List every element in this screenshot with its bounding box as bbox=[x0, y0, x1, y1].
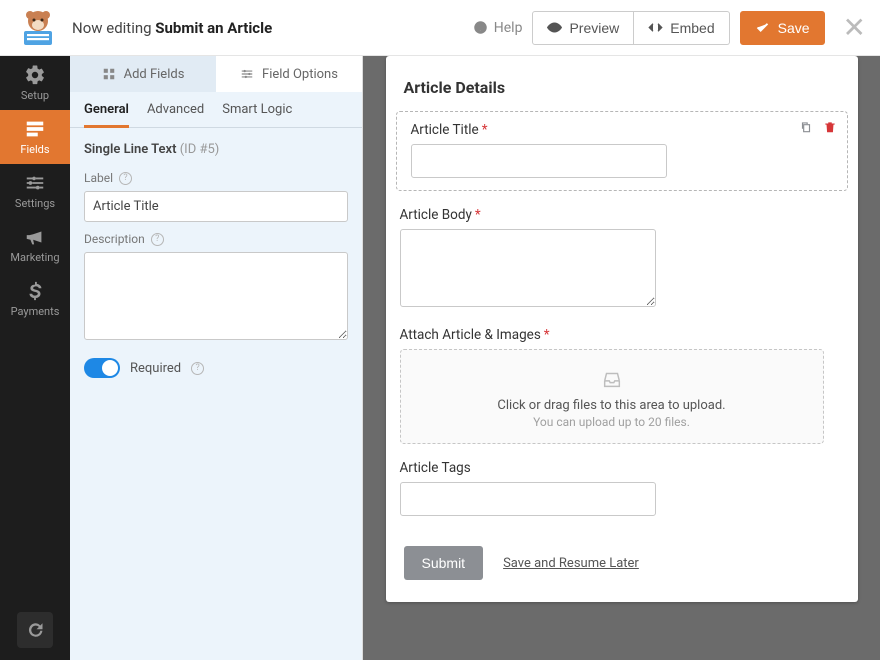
megaphone-icon bbox=[24, 226, 46, 248]
help-icon bbox=[473, 20, 488, 35]
topbar: Now editing Submit an Article Help Previ… bbox=[0, 0, 880, 56]
editing-label: Now editing Submit an Article bbox=[72, 19, 272, 37]
preview-button[interactable]: Preview bbox=[532, 11, 634, 45]
field-heading: Single Line Text (ID #5) bbox=[70, 128, 362, 161]
close-icon[interactable]: ✕ bbox=[843, 14, 866, 42]
section-title: Article Details bbox=[386, 56, 858, 111]
nav-rail: Setup Fields Settings Marketing Payments bbox=[0, 0, 70, 660]
subtab-smart-logic[interactable]: Smart Logic bbox=[222, 102, 292, 127]
field-article-body[interactable]: Article Body* bbox=[386, 201, 858, 321]
description-title: Description bbox=[84, 232, 145, 246]
rail-item-marketing[interactable]: Marketing bbox=[0, 218, 70, 272]
eye-icon bbox=[547, 20, 562, 35]
gear-icon bbox=[24, 64, 46, 86]
duplicate-icon[interactable] bbox=[799, 120, 813, 134]
rail-item-fields[interactable]: Fields bbox=[0, 110, 70, 164]
form-icon bbox=[24, 118, 46, 140]
trash-icon[interactable] bbox=[823, 120, 837, 134]
field-article-tags[interactable]: Article Tags bbox=[386, 454, 858, 526]
sliders-icon bbox=[240, 67, 254, 81]
embed-button[interactable]: Embed bbox=[634, 11, 729, 45]
form-canvas: Article Details Article Title* Article B… bbox=[386, 56, 858, 602]
article-title-input[interactable] bbox=[411, 144, 667, 178]
rail-item-setup[interactable]: Setup bbox=[0, 56, 70, 110]
field-panel: Add Fields Field Options General Advance… bbox=[70, 56, 363, 660]
subtab-general[interactable]: General bbox=[84, 102, 129, 128]
rail-item-payments[interactable]: Payments bbox=[0, 272, 70, 326]
tab-field-options[interactable]: Field Options bbox=[216, 56, 362, 92]
help-icon[interactable]: ? bbox=[151, 233, 164, 246]
save-button[interactable]: Save bbox=[740, 11, 825, 45]
save-resume-link[interactable]: Save and Resume Later bbox=[503, 556, 639, 571]
article-tags-input[interactable] bbox=[400, 482, 656, 516]
submit-button[interactable]: Submit bbox=[404, 546, 484, 580]
grid-icon bbox=[102, 67, 116, 81]
label-title: Label bbox=[84, 171, 113, 185]
rail-label: Setup bbox=[21, 89, 49, 102]
logo bbox=[14, 8, 62, 48]
description-input[interactable] bbox=[84, 252, 348, 340]
rail-label: Settings bbox=[15, 197, 55, 210]
history-icon bbox=[26, 621, 44, 639]
rail-label: Payments bbox=[11, 305, 60, 318]
help-icon[interactable]: ? bbox=[119, 172, 132, 185]
field-article-title[interactable]: Article Title* bbox=[396, 111, 848, 191]
sliders-icon bbox=[24, 172, 46, 194]
subtab-advanced[interactable]: Advanced bbox=[147, 102, 204, 127]
required-label: Required bbox=[130, 361, 181, 376]
file-dropzone[interactable]: Click or drag files to this area to uplo… bbox=[400, 349, 824, 444]
canvas-area: Article Details Article Title* Article B… bbox=[363, 56, 880, 660]
dollar-icon bbox=[24, 280, 46, 302]
article-body-input[interactable] bbox=[400, 229, 656, 307]
label-input[interactable] bbox=[84, 191, 348, 222]
rail-label: Marketing bbox=[10, 251, 59, 264]
help-icon[interactable]: ? bbox=[191, 362, 204, 375]
rail-item-settings[interactable]: Settings bbox=[0, 164, 70, 218]
rail-label: Fields bbox=[20, 143, 49, 156]
help-link[interactable]: Help bbox=[473, 20, 523, 36]
required-toggle[interactable] bbox=[84, 358, 120, 378]
check-icon bbox=[755, 20, 770, 35]
rail-history[interactable] bbox=[0, 600, 70, 660]
tab-add-fields[interactable]: Add Fields bbox=[70, 56, 216, 92]
inbox-icon bbox=[599, 368, 625, 390]
field-attach[interactable]: Attach Article & Images* Click or drag f… bbox=[386, 321, 858, 454]
code-icon bbox=[648, 20, 663, 35]
